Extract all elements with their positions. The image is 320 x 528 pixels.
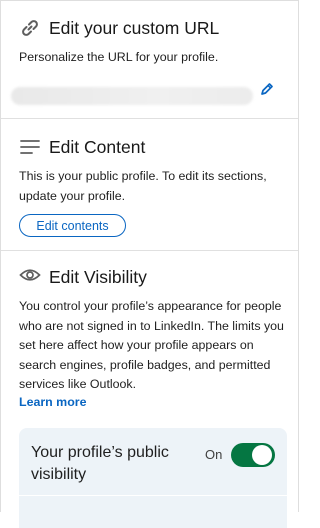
learn-more-link[interactable]: Learn more xyxy=(19,395,86,409)
link-icon xyxy=(20,18,40,43)
edit-visibility-description: You control your profile’s appearance fo… xyxy=(19,299,284,391)
card-divider xyxy=(19,495,287,496)
eye-icon xyxy=(19,267,41,288)
profile-url-value xyxy=(11,87,253,105)
public-visibility-label: Your profile’s public visibility xyxy=(31,444,169,483)
custom-url-description: Personalize the URL for your profile. xyxy=(19,50,219,64)
edit-content-description: This is your public profile. To edit its… xyxy=(19,169,267,203)
profile-settings-panel: Edit your custom URL Personalize the URL… xyxy=(0,0,299,528)
section-divider xyxy=(1,250,298,251)
public-visibility-state: On xyxy=(205,447,223,462)
edit-contents-button[interactable]: Edit contents xyxy=(19,214,126,237)
custom-url-title: Edit your custom URL xyxy=(49,18,220,38)
edit-content-title: Edit Content xyxy=(49,137,146,157)
pencil-icon[interactable] xyxy=(260,82,274,101)
public-visibility-toggle[interactable] xyxy=(231,443,275,467)
lines-icon xyxy=(20,139,40,160)
public-visibility-card: Your profile’s public visibility On xyxy=(19,428,287,528)
custom-url-section: Edit your custom URL Personalize the URL… xyxy=(1,1,298,118)
toggle-knob xyxy=(252,445,272,465)
edit-visibility-title: Edit Visibility xyxy=(49,267,147,287)
